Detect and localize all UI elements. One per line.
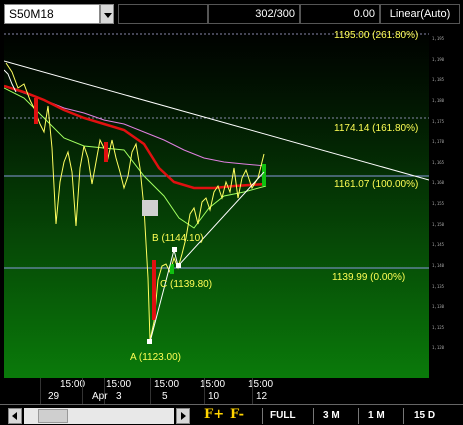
button-separator	[358, 408, 359, 424]
symbol-dropdown-button[interactable]	[100, 4, 114, 24]
price-tick-label: 1,180	[432, 97, 445, 103]
zoom-out-button[interactable]: F-	[230, 407, 244, 422]
bar-count: 302/300	[208, 4, 300, 24]
time-axis[interactable]: 15:00 15:00 15:00 15:00 15:00 29 Apr 3 5…	[4, 378, 429, 404]
axis-separator	[204, 378, 205, 404]
range-full-button[interactable]: FULL	[270, 410, 296, 421]
bottom-toolbar: F+ F- FULL 3 M 1 M 15 D	[0, 404, 463, 425]
price-tick-label: 1,160	[432, 180, 445, 186]
price-tick-label: 1,140	[432, 262, 445, 268]
price-chart[interactable]: 1195.00 (261.80%) 1174.14 (161.80%) 1161…	[3, 28, 430, 378]
price-tick-label: 1,185	[432, 77, 445, 83]
abc-point-a[interactable]	[147, 339, 152, 344]
chart-canvas: 1195.00 (261.80%) 1174.14 (161.80%) 1161…	[3, 28, 430, 378]
date-label: 5	[162, 391, 168, 402]
button-separator	[313, 408, 314, 424]
selection-marker[interactable]	[142, 200, 158, 216]
abc-label-a: A (1123.00)	[130, 352, 181, 363]
price-tick-label: 1,150	[432, 221, 445, 227]
scroll-right-button[interactable]	[176, 408, 190, 424]
axis-separator	[150, 378, 151, 404]
price-tick-label: 1,120	[432, 345, 445, 351]
fib-label-261: 1195.00 (261.80%)	[334, 30, 418, 41]
scroll-left-button[interactable]	[8, 408, 22, 424]
price-tick-label: 1,135	[432, 283, 445, 289]
abc-label-c: C (1139.80)	[160, 279, 212, 290]
time-label: 15:00	[106, 379, 132, 390]
price-tick-label: 1,155	[432, 201, 445, 206]
price-tick-label: 1,190	[432, 56, 445, 62]
axis-separator	[252, 378, 253, 404]
date-label: 10	[208, 391, 220, 402]
candle	[152, 260, 156, 320]
top-toolbar: S50M18 302/300 0.00 Linear(Auto)	[0, 0, 463, 28]
axis-separator	[82, 378, 83, 404]
date-label: 29	[48, 391, 60, 402]
button-separator	[403, 408, 404, 424]
price-tick-label: 1,165	[432, 159, 445, 165]
price-tick-label: 1,175	[432, 118, 445, 124]
date-label: Apr	[92, 391, 108, 402]
button-separator	[262, 408, 263, 424]
abc-point-c[interactable]	[176, 263, 181, 268]
price-tick-label: 1,130	[432, 304, 445, 310]
price-tick-label: 1,195	[432, 36, 445, 41]
fib-label-0: 1139.99 (0.00%)	[332, 272, 405, 283]
time-label: 15:00	[154, 379, 180, 390]
fib-label-161: 1174.14 (161.80%)	[334, 123, 418, 134]
chart-background	[4, 28, 429, 378]
range-1m-button[interactable]: 1 M	[368, 410, 385, 421]
range-3m-button[interactable]: 3 M	[323, 410, 340, 421]
date-label: 12	[256, 391, 268, 402]
scroll-thumb[interactable]	[38, 409, 68, 423]
price-tick-label: 1,145	[432, 242, 445, 248]
range-15d-button[interactable]: 15 D	[414, 410, 435, 421]
toolbar-blank-field	[118, 4, 208, 24]
zoom-in-button[interactable]: F+	[204, 407, 224, 422]
price-axis[interactable]: 1,195 1,190 1,185 1,180 1,175 1,170 1,165 1,160…	[429, 28, 463, 378]
abc-label-b: B (1144.10)	[152, 233, 204, 244]
fib-label-100: 1161.07 (100.00%)	[334, 179, 418, 190]
price-readout: 0.00	[300, 4, 380, 24]
price-tick-label: 1,125	[432, 324, 445, 330]
candle	[104, 142, 108, 162]
arrow-left-icon	[12, 412, 17, 420]
candle	[262, 164, 266, 186]
axis-separator	[40, 378, 41, 404]
arrow-right-icon	[181, 412, 186, 420]
scale-mode-selector[interactable]: Linear(Auto)	[380, 4, 460, 24]
date-label: 3	[116, 391, 122, 402]
abc-point-b[interactable]	[172, 247, 177, 252]
symbol-input[interactable]: S50M18	[4, 4, 100, 24]
candle	[34, 98, 38, 124]
price-tick-label: 1,170	[432, 139, 445, 145]
candle	[170, 264, 174, 274]
